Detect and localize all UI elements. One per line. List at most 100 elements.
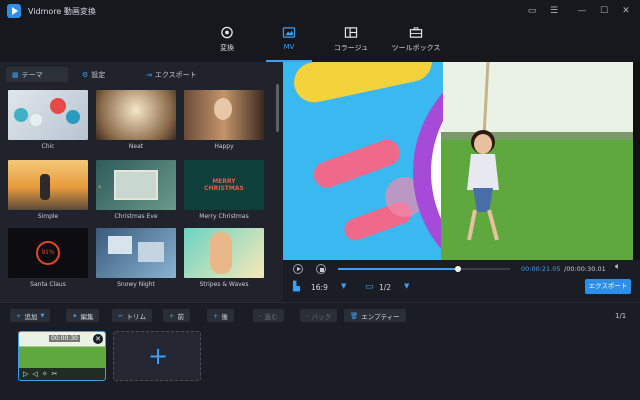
merry-christmas-text: MERRY CHRISTMAS	[204, 178, 244, 192]
play-icon	[297, 267, 301, 271]
theme-name: Merry Christmas	[199, 213, 249, 220]
theme-snowy-night-thumbnail	[96, 228, 176, 278]
play-button[interactable]	[293, 264, 303, 274]
backward-label: バック	[311, 312, 332, 321]
theme-name: Christmas Eve	[114, 213, 158, 220]
nav-mv[interactable]: MV	[258, 24, 320, 62]
insert-front-icon: +	[169, 311, 175, 320]
progress-track[interactable]	[338, 266, 510, 272]
nav-toolbox-label: ツールボックス	[391, 44, 441, 52]
stop-button[interactable]	[316, 264, 326, 274]
forward-button[interactable]: ‹ 進む	[253, 309, 284, 322]
screen-chevron-down-icon[interactable]: ▼	[404, 282, 409, 290]
back-button[interactable]: + 後	[207, 309, 234, 322]
theme-stripes-waves[interactable]: Stripes & Waves	[184, 228, 264, 288]
forward-label: 進む	[264, 312, 278, 321]
plus-icon: +	[16, 311, 22, 320]
minimize-button[interactable]: —	[575, 4, 589, 18]
santa-progress-text: 91%	[41, 249, 55, 256]
theme-panel: ▦ テーマ ⚙ 設定 ⇥ エクスポート Chic Neat Happy Simp…	[0, 62, 283, 302]
theme-santa-claus-thumbnail: 91%	[8, 228, 88, 278]
aspect-ratio-chevron-down-icon[interactable]: ▼	[341, 282, 346, 290]
theme-name: Snowy Night	[117, 281, 155, 288]
app-logo-icon	[7, 4, 21, 18]
theme-neat[interactable]: Neat	[96, 90, 176, 150]
nav-convert[interactable]: 変換	[196, 24, 258, 60]
theme-simple[interactable]: Simple	[8, 160, 88, 220]
progress-fill	[338, 268, 459, 270]
progress-handle[interactable]	[455, 266, 462, 272]
theme-stripes-waves-thumbnail	[184, 228, 264, 278]
clip-duration: 00:00:30	[49, 335, 80, 342]
theme-neat-thumbnail	[96, 90, 176, 140]
gear-icon: ⚙	[82, 70, 89, 79]
main-nav: 変換 MV コラージュ ツールボックス	[0, 22, 640, 62]
wand-icon: ✦	[72, 311, 78, 320]
convert-icon	[221, 26, 233, 39]
screen-value[interactable]: 1/2	[379, 283, 391, 292]
mv-icon	[282, 27, 296, 38]
clip-effect-icon[interactable]: ✧	[42, 370, 48, 378]
chevron-down-icon: ▼	[40, 312, 45, 319]
theme-merry-christmas-thumbnail: MERRY CHRISTMAS	[184, 160, 264, 210]
clip-volume-icon[interactable]: ◁	[32, 370, 37, 378]
clip-item[interactable]: 00:00:30 ✕ ▷ ◁ ✧ ✂	[18, 331, 106, 381]
add-label: 追加	[24, 312, 38, 321]
tab-settings-label: 設定	[91, 70, 106, 79]
clip-close-icon[interactable]: ✕	[93, 334, 103, 344]
theme-name: Simple	[37, 213, 59, 220]
theme-name: Happy	[214, 143, 234, 150]
empty-label: エンプティー	[361, 312, 400, 321]
title-bar: Vidmore 動画変換 ▭ ☰ — ☐ ✕	[0, 0, 640, 22]
theme-name: Chic	[41, 143, 55, 150]
insert-back-icon: +	[213, 311, 219, 320]
video-preview	[283, 62, 640, 260]
collage-icon	[344, 27, 358, 38]
theme-happy-thumbnail	[184, 90, 264, 140]
volume-icon[interactable]: 🔈︎	[615, 262, 620, 272]
aspect-ratio-icon: ▙	[293, 282, 300, 292]
empty-button[interactable]: 🗑︎ エンプティー	[344, 309, 406, 322]
front-button[interactable]: + 前	[163, 309, 190, 322]
trim-button[interactable]: ✂ トリム	[112, 309, 152, 322]
nav-mv-label: MV	[283, 43, 295, 51]
theme-happy[interactable]: Happy	[184, 90, 264, 150]
theme-chic-thumbnail	[8, 90, 88, 140]
add-button[interactable]: + 追加 ▼	[10, 309, 51, 322]
feedback-icon[interactable]: ▭	[525, 4, 539, 18]
menu-icon[interactable]: ☰	[547, 4, 561, 18]
edit-label: 編集	[80, 312, 94, 321]
close-button[interactable]: ✕	[619, 4, 633, 18]
add-clip-placeholder[interactable]: +	[113, 331, 201, 381]
tab-export[interactable]: ⇥ エクスポート	[140, 67, 210, 82]
theme-simple-thumbnail	[8, 160, 88, 210]
theme-christmas-eve[interactable]: ‹ Christmas Eve	[96, 160, 176, 220]
theme-christmas-eve-thumbnail: ‹	[96, 160, 176, 210]
theme-snowy-night[interactable]: Snowy Night	[96, 228, 176, 288]
backward-button[interactable]: › バック	[300, 309, 338, 322]
nav-collage[interactable]: コラージュ	[320, 24, 382, 60]
time-total: /00:00:30.01	[564, 265, 606, 273]
clip-play-icon[interactable]: ▷	[23, 370, 28, 378]
stop-icon	[319, 267, 324, 272]
nav-toolbox[interactable]: ツールボックス	[382, 24, 450, 60]
front-label: 前	[177, 312, 184, 321]
aspect-ratio-value[interactable]: 16:9	[311, 283, 328, 292]
player-controls: 00:00:21.05 /00:00:30.01 🔈︎ ▙ 16:9 ▼ ▭ 1…	[283, 260, 640, 302]
nav-convert-label: 変換	[220, 44, 234, 52]
theme-merry-christmas[interactable]: MERRY CHRISTMAS Merry Christmas	[184, 160, 264, 220]
theme-santa-claus[interactable]: 91% Santa Claus	[8, 228, 88, 288]
tab-theme[interactable]: ▦ テーマ	[6, 67, 68, 82]
move-backward-icon: ›	[306, 311, 309, 320]
theme-scrollbar[interactable]	[276, 84, 279, 132]
tab-settings[interactable]: ⚙ 設定	[76, 67, 134, 82]
clip-controls: ▷ ◁ ✧ ✂	[19, 368, 105, 380]
grid-icon: ▦	[12, 70, 19, 79]
clip-cut-icon[interactable]: ✂	[52, 370, 58, 378]
trash-icon: 🗑︎	[350, 311, 359, 320]
export-button-label: エクスポート	[588, 282, 628, 290]
maximize-button[interactable]: ☐	[597, 4, 611, 18]
theme-chic[interactable]: Chic	[8, 90, 88, 150]
export-button[interactable]: エクスポート	[585, 279, 631, 294]
edit-button[interactable]: ✦ 編集	[66, 309, 100, 322]
